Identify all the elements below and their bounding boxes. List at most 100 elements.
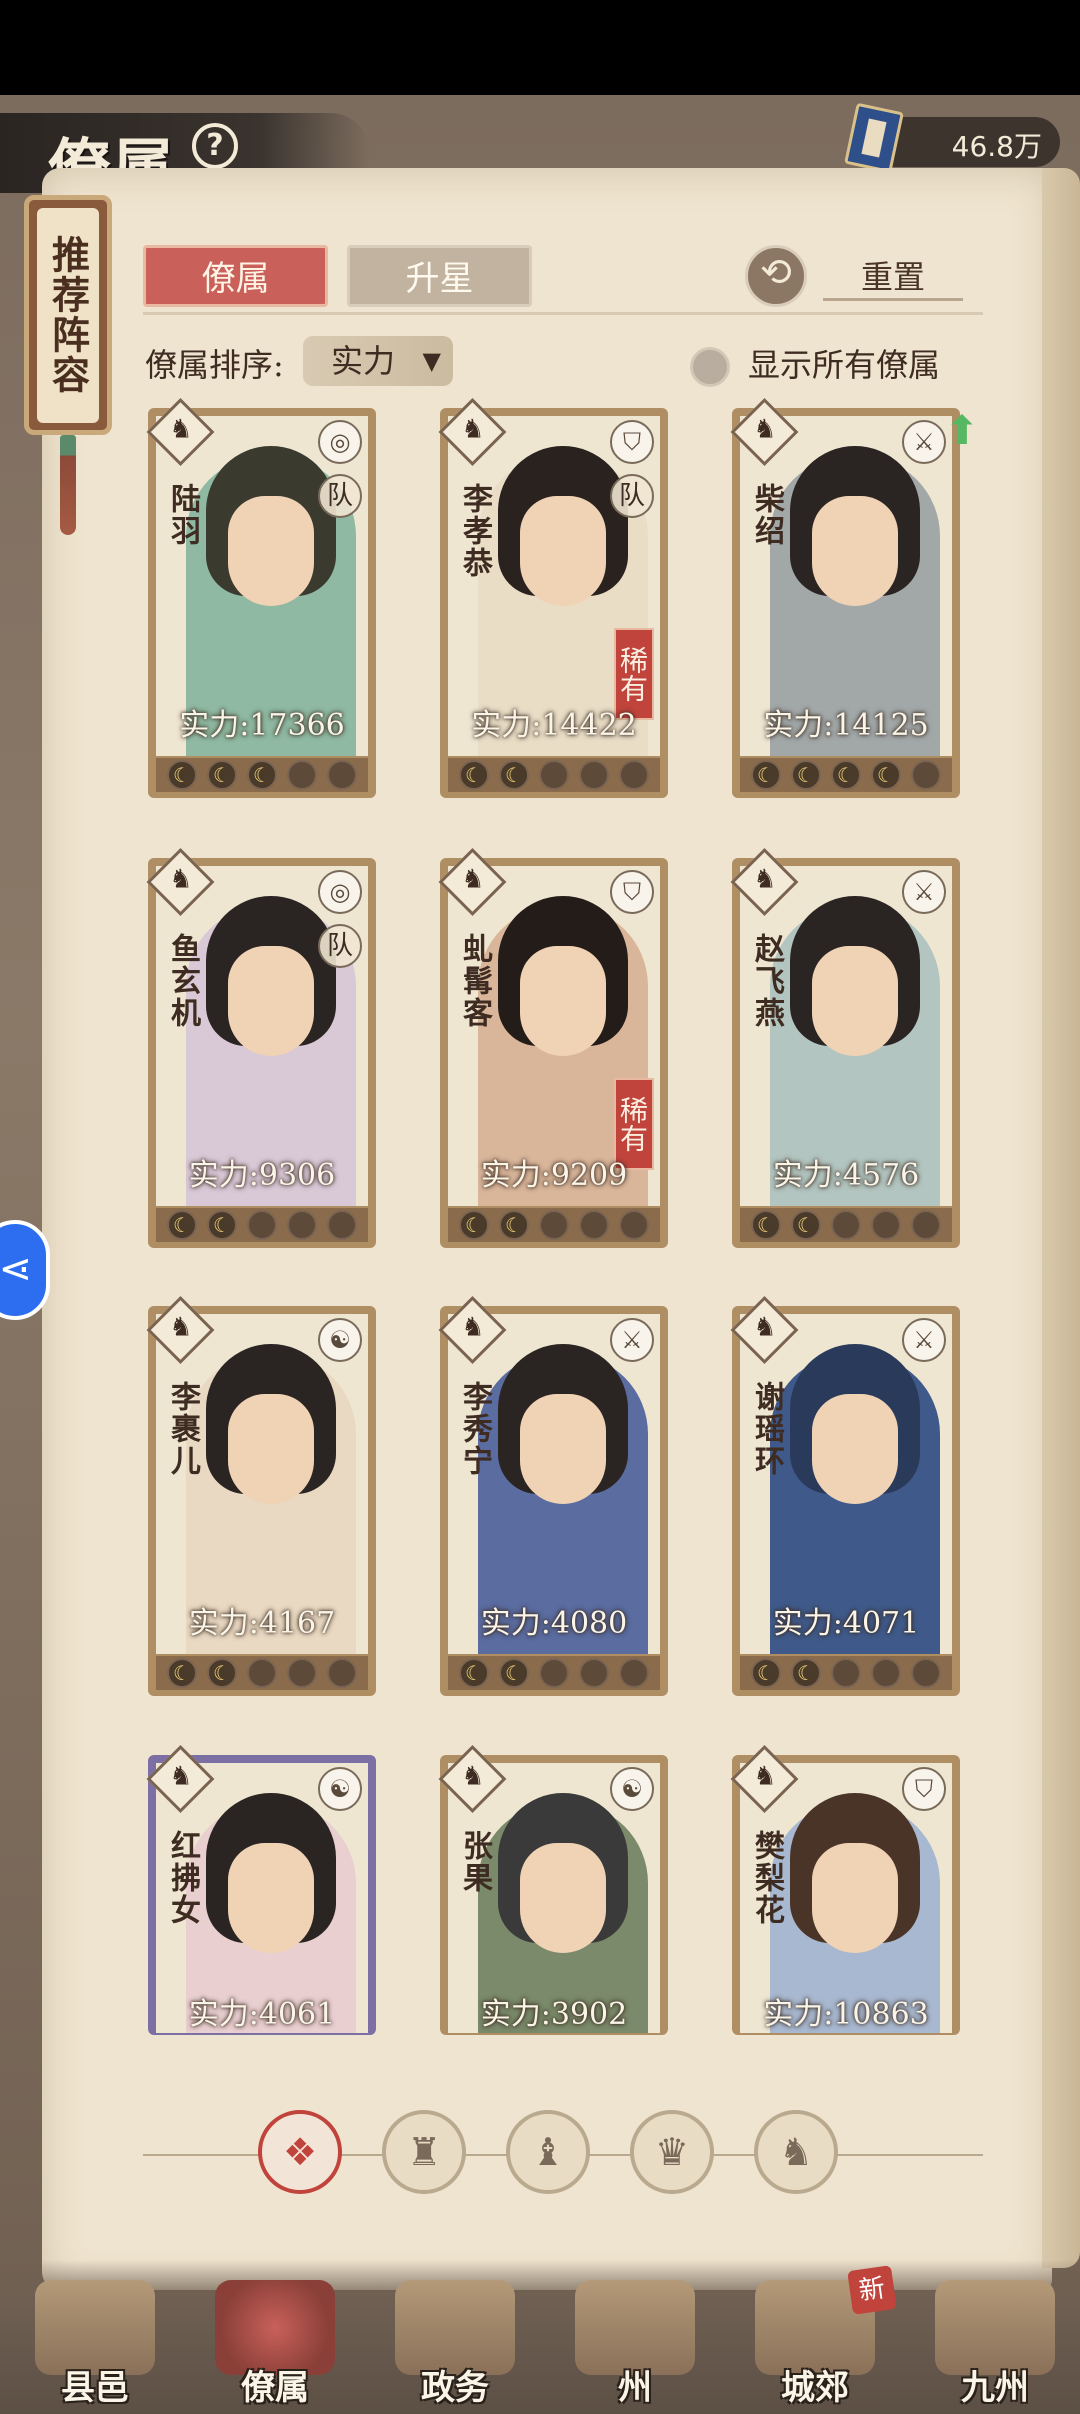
nav-label: 州 bbox=[618, 2368, 652, 2408]
chevron-down-icon: ▼ bbox=[422, 347, 441, 375]
moon-star-empty-icon bbox=[539, 1210, 569, 1240]
power-value: 实力:4061 bbox=[188, 1997, 336, 2032]
retainer-card[interactable]: ☯ 红拂女实力:4061 bbox=[146, 1745, 376, 2035]
portrait-face bbox=[812, 1394, 898, 1504]
moon-star-filled-icon: ☾ bbox=[459, 1658, 489, 1688]
portrait-face bbox=[228, 496, 314, 606]
sort-selected: 实力 bbox=[331, 342, 396, 380]
retainer-card[interactable]: ⚔ 柴绍实力:14125 ☾ ☾ ☾ ☾ bbox=[730, 398, 960, 798]
moon-star-filled-icon: ☾ bbox=[751, 1210, 781, 1240]
star-rating: ☾ ☾ bbox=[740, 1656, 952, 1690]
all-icon[interactable]: ❖ bbox=[258, 2110, 342, 2194]
moon-star-empty-icon bbox=[579, 1210, 609, 1240]
nav-item[interactable]: 政务 bbox=[370, 2260, 540, 2414]
moon-star-empty-icon bbox=[911, 1658, 941, 1688]
portrait-face bbox=[520, 1394, 606, 1504]
sword-icon: ⚔ bbox=[610, 1318, 654, 1362]
team-badge: 队 bbox=[610, 474, 654, 518]
retainer-card[interactable]: ⛉李孝恭队稀有实力:14422☾☾ bbox=[438, 398, 668, 798]
power-value: 实力:4167 bbox=[188, 1606, 336, 1641]
retainer-name: 李孝恭 bbox=[457, 483, 492, 579]
tab-retainers[interactable]: 僚属 bbox=[143, 245, 328, 307]
portrait-face bbox=[812, 946, 898, 1056]
star-rating: ☾ ☾ bbox=[156, 1208, 368, 1242]
reset-label: 重置 bbox=[823, 253, 963, 301]
portrait-face bbox=[812, 496, 898, 606]
shield-icon: ⛉ bbox=[610, 420, 654, 464]
help-icon[interactable]: ? bbox=[192, 123, 238, 169]
moon-star-empty-icon bbox=[831, 1658, 861, 1688]
team-badge: 队 bbox=[318, 924, 362, 968]
yin-yang-icon: ☯ bbox=[318, 1318, 362, 1362]
power-value: 实力:4080 bbox=[480, 1606, 628, 1641]
show-all-toggle[interactable] bbox=[690, 347, 730, 387]
sort-dropdown[interactable]: 实力 ▼ bbox=[303, 336, 453, 386]
reset-button[interactable]: 重置 bbox=[745, 245, 975, 307]
retainer-card[interactable]: ◎ 陆羽 队实力:17366 ☾ ☾ ☾ bbox=[146, 398, 376, 798]
retainer-card[interactable]: ⚔李秀宁实力:4080☾☾ bbox=[438, 1296, 668, 1696]
horse-icon[interactable]: ♞ bbox=[754, 2110, 838, 2194]
power-value: 实力:9306 bbox=[188, 1158, 336, 1193]
fan-icon[interactable]: ♛ bbox=[630, 2110, 714, 2194]
nav-label: 九州 bbox=[961, 2368, 1029, 2408]
upgrade-arrow-icon: ⬆ bbox=[945, 408, 979, 454]
moon-star-empty-icon bbox=[287, 760, 317, 790]
retainer-name: 樊梨花 bbox=[749, 1830, 784, 1926]
moon-star-empty-icon bbox=[539, 1658, 569, 1688]
star-rating: ☾ ☾ bbox=[448, 1208, 660, 1242]
star-rating: ☾ ☾ ☾ ☾ bbox=[740, 758, 952, 792]
retainer-name: 谢瑶环 bbox=[749, 1381, 784, 1477]
tab-star-up[interactable]: 升星 bbox=[347, 245, 532, 307]
floating-assistant-button[interactable]: ⋖ bbox=[0, 1220, 50, 1320]
sword-icon: ⚔ bbox=[902, 1318, 946, 1362]
moon-star-empty-icon bbox=[871, 1210, 901, 1240]
retainer-name: 虬髯客 bbox=[457, 933, 492, 1029]
moon-star-filled-icon: ☾ bbox=[459, 760, 489, 790]
portrait-face bbox=[520, 946, 606, 1056]
moon-star-filled-icon: ☾ bbox=[207, 1658, 237, 1688]
power-value: 实力:14125 bbox=[763, 708, 929, 743]
recommend-lineup-button[interactable]: 推荐阵容 bbox=[24, 195, 112, 435]
portrait-face bbox=[812, 1843, 898, 1953]
divider bbox=[143, 312, 983, 315]
star-rating: ☾ ☾ bbox=[448, 1656, 660, 1690]
new-badge: 新 bbox=[847, 2265, 897, 2315]
retainer-name: 张果 bbox=[457, 1830, 492, 1894]
yin-yang-icon: ☯ bbox=[610, 1767, 654, 1811]
moon-star-filled-icon: ☾ bbox=[167, 1658, 197, 1688]
nav-label: 城郊 bbox=[781, 2368, 849, 2408]
retainer-card[interactable]: ⚔谢瑶环实力:4071☾☾ bbox=[730, 1296, 960, 1696]
star-rating: ☾ ☾ bbox=[740, 1208, 952, 1242]
ring-icon: ◎ bbox=[318, 420, 362, 464]
moon-star-filled-icon: ☾ bbox=[831, 760, 861, 790]
power-value: 实力:17366 bbox=[179, 708, 345, 743]
retainer-name: 李裹儿 bbox=[165, 1381, 200, 1477]
retainer-card[interactable]: ⛉虬髯客稀有实力:9209☾☾ bbox=[438, 848, 668, 1248]
retainer-card[interactable]: ☯ 李裹儿实力:4167 ☾ ☾ bbox=[146, 1296, 376, 1696]
nav-item[interactable]: 僚属 bbox=[190, 2260, 360, 2414]
star-rating: ☾ ☾ ☾ bbox=[156, 758, 368, 792]
power-value: 实力:10863 bbox=[763, 1997, 929, 2032]
show-all-label: 显示所有僚属 bbox=[748, 346, 941, 384]
bell-icon[interactable]: ♜ bbox=[382, 2110, 466, 2194]
portrait-face bbox=[228, 946, 314, 1056]
moon-star-filled-icon: ☾ bbox=[207, 760, 237, 790]
moon-star-empty-icon bbox=[287, 1210, 317, 1240]
nav-item[interactable]: 城郊 新 bbox=[730, 2260, 900, 2414]
gourd-icon[interactable]: ♝ bbox=[506, 2110, 590, 2194]
moon-star-empty-icon bbox=[247, 1658, 277, 1688]
retainer-card[interactable]: ⛉ 樊梨花实力:10863 bbox=[730, 1745, 960, 2035]
currency-display[interactable]: 46.8万 bbox=[844, 102, 1060, 174]
moon-star-filled-icon: ☾ bbox=[751, 760, 781, 790]
nav-item[interactable]: 九州 bbox=[910, 2260, 1080, 2414]
nav-item[interactable]: 县邑 bbox=[10, 2260, 180, 2414]
retainer-name: 陆羽 bbox=[165, 483, 200, 547]
retainer-card[interactable]: ⚔赵飞燕实力:4576☾☾ bbox=[730, 848, 960, 1248]
sort-label: 僚属排序: bbox=[145, 346, 284, 384]
nav-item[interactable]: 州 bbox=[550, 2260, 720, 2414]
retainer-card[interactable]: ☯ 张果实力:3902 bbox=[438, 1745, 668, 2035]
reset-icon bbox=[745, 245, 807, 307]
sword-icon: ⚔ bbox=[902, 870, 946, 914]
moon-star-empty-icon bbox=[911, 1210, 941, 1240]
retainer-card[interactable]: ◎鱼玄机队实力:9306☾☾ bbox=[146, 848, 376, 1248]
